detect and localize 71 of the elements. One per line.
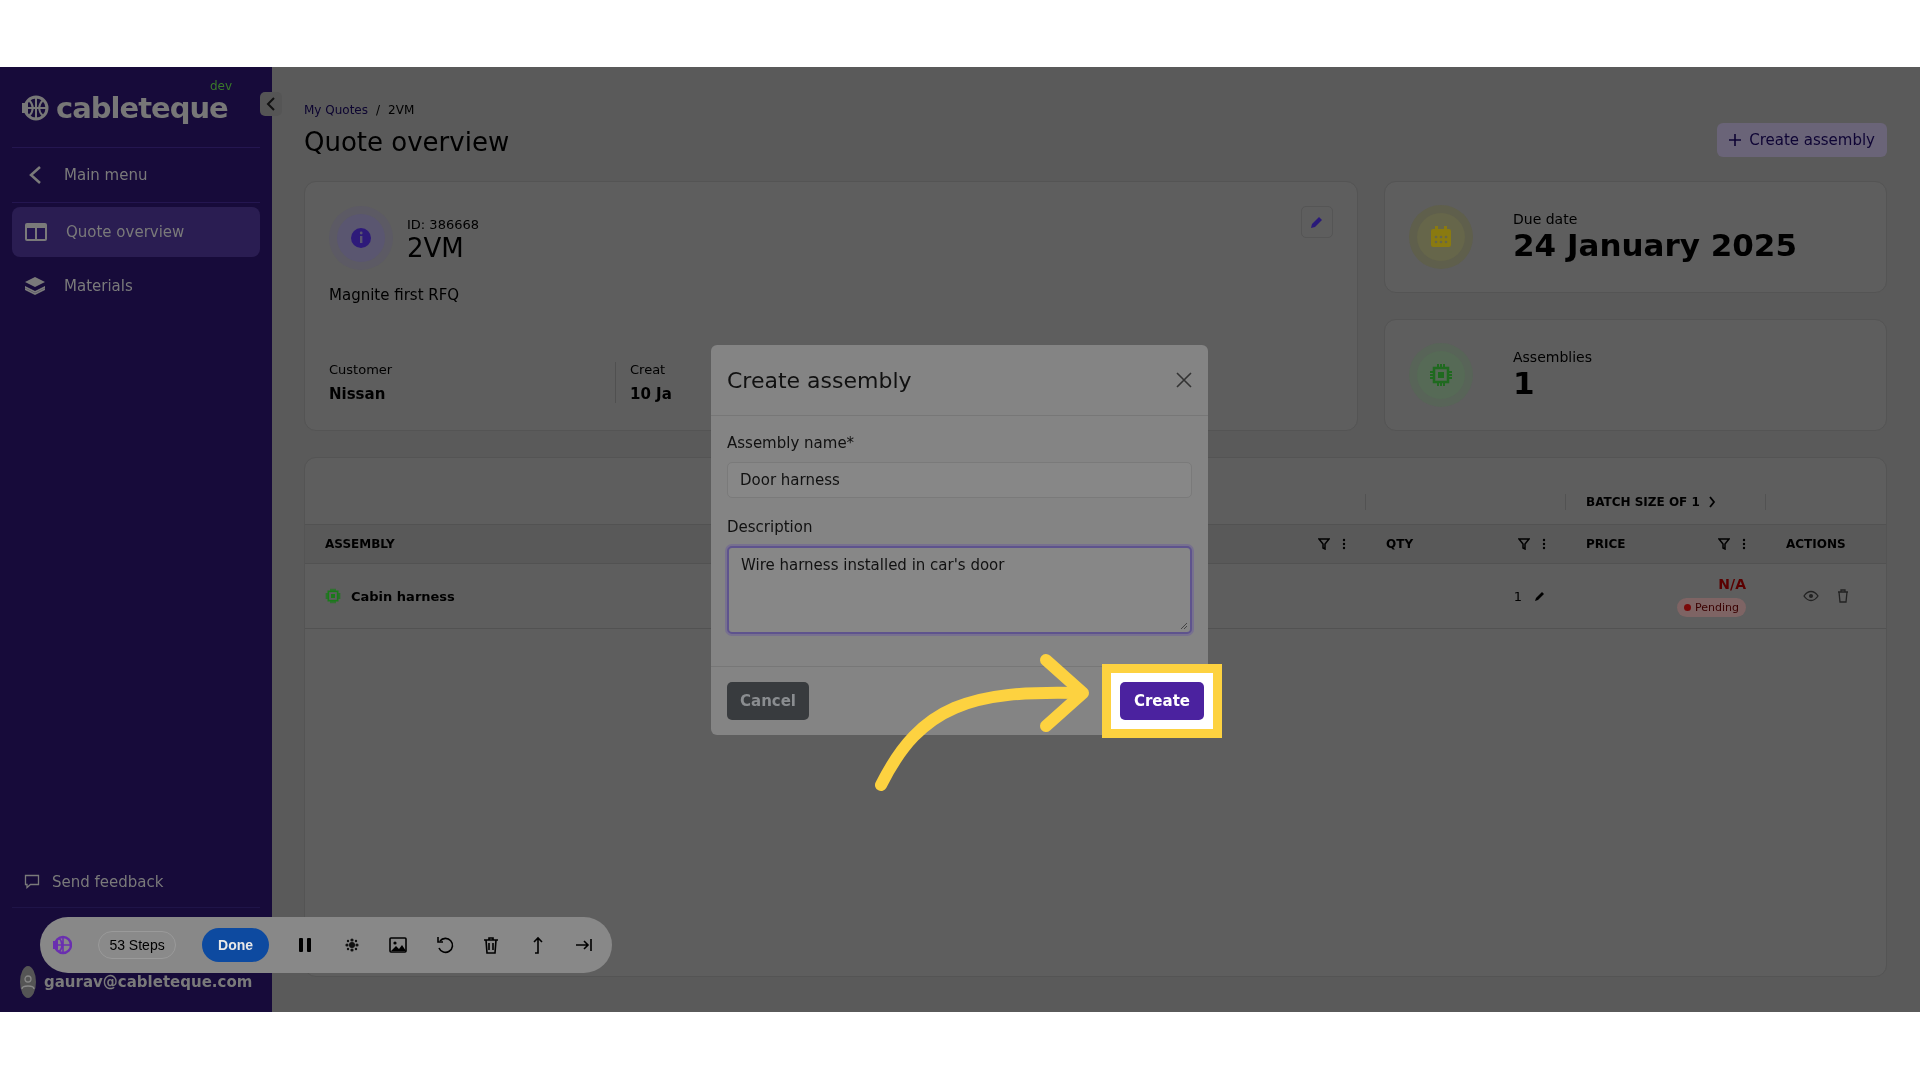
- table-cell: Cabin harness: [351, 588, 455, 604]
- price-value: N/A: [1718, 575, 1746, 592]
- field-value: Nissan: [329, 385, 386, 403]
- collapse-button[interactable]: [260, 92, 282, 116]
- column-header: ACTIONS: [1786, 537, 1846, 551]
- batch-size-header[interactable]: BATCH SIZE OF 1: [1586, 495, 1700, 509]
- chevron-left-icon: [266, 97, 276, 111]
- field-value: 10 Ja: [630, 385, 672, 403]
- sidebar-item[interactable]: Materials: [12, 261, 260, 311]
- calendar-icon: [1430, 226, 1452, 248]
- resize-handle-icon[interactable]: [1180, 622, 1188, 630]
- layout-icon: [24, 222, 48, 242]
- breadcrumb-link[interactable]: My Quotes: [304, 103, 368, 117]
- layers-icon: [24, 275, 46, 297]
- status-badge: Pending: [1677, 597, 1746, 617]
- page-title: Quote overview: [304, 127, 510, 157]
- logo-icon: [20, 93, 50, 123]
- feedback-link[interactable]: Send feedback: [12, 871, 176, 893]
- column-header: PRICE: [1586, 537, 1626, 551]
- column-header: QTY: [1386, 537, 1414, 551]
- cancel-button[interactable]: Cancel: [727, 682, 809, 720]
- avatar-icon: [20, 966, 36, 998]
- quote-name: 2VM: [407, 232, 465, 263]
- more-icon[interactable]: [1342, 538, 1346, 550]
- step-counter: 53 Steps: [98, 931, 176, 959]
- filter-icon[interactable]: [1518, 538, 1530, 550]
- stat-value: 24 January 2025: [1513, 227, 1797, 263]
- dialog-title: Create assembly: [727, 367, 912, 393]
- description-field[interactable]: Wire harness installed in car's door: [727, 546, 1192, 634]
- plus-icon: [1729, 134, 1742, 146]
- create-button[interactable]: Create: [1119, 682, 1204, 720]
- stat-value: 1: [1513, 365, 1536, 401]
- filter-icon[interactable]: [1318, 538, 1330, 550]
- breadcrumb-current: 2VM: [388, 103, 415, 117]
- pencil-icon[interactable]: [1534, 590, 1546, 602]
- chevron-right-icon[interactable]: [1707, 496, 1716, 508]
- image-icon[interactable]: [388, 935, 409, 955]
- field-label: Description: [727, 518, 814, 536]
- filter-icon[interactable]: [1718, 538, 1730, 550]
- main-menu-item[interactable]: Main menu: [12, 147, 260, 203]
- pencil-icon: [1310, 215, 1324, 229]
- edit-button[interactable]: [1301, 206, 1333, 238]
- create-assembly-button[interactable]: Create assembly: [1717, 123, 1887, 157]
- assembly-name-field[interactable]: Door harness: [727, 462, 1192, 498]
- eye-icon[interactable]: [1803, 590, 1819, 602]
- quote-id: ID: 386668: [407, 216, 479, 232]
- back-icon: [28, 165, 42, 185]
- column-header: ASSEMBLY: [325, 537, 395, 551]
- stat-label: Due date: [1513, 211, 1579, 227]
- info-icon: [350, 227, 372, 249]
- trash-icon[interactable]: [1837, 589, 1849, 603]
- stat-label: Assemblies: [1513, 349, 1592, 365]
- logo-icon[interactable]: [52, 935, 72, 955]
- dev-label: dev: [210, 79, 233, 93]
- user-email: gaurav@cableteque.com: [44, 973, 253, 991]
- done-button[interactable]: Done: [202, 928, 270, 962]
- field-label: Customer: [329, 362, 393, 377]
- table-cell: 1: [1513, 588, 1522, 604]
- more-icon[interactable]: [1542, 538, 1546, 550]
- more-icon[interactable]: [1742, 538, 1746, 550]
- undo-icon[interactable]: [434, 935, 455, 955]
- breadcrumb-separator: /: [376, 103, 381, 117]
- quote-description: Magnite first RFQ: [329, 286, 461, 304]
- field-label: Assembly name*: [727, 434, 856, 452]
- chat-icon: [24, 874, 40, 890]
- chip-icon: [325, 588, 341, 604]
- sidebar-item[interactable]: Quote overview: [12, 207, 260, 257]
- field-label: Creat: [630, 362, 666, 377]
- logo-text: cableteque: [56, 91, 228, 125]
- close-icon[interactable]: [1176, 372, 1192, 388]
- chip-icon: [1429, 363, 1453, 387]
